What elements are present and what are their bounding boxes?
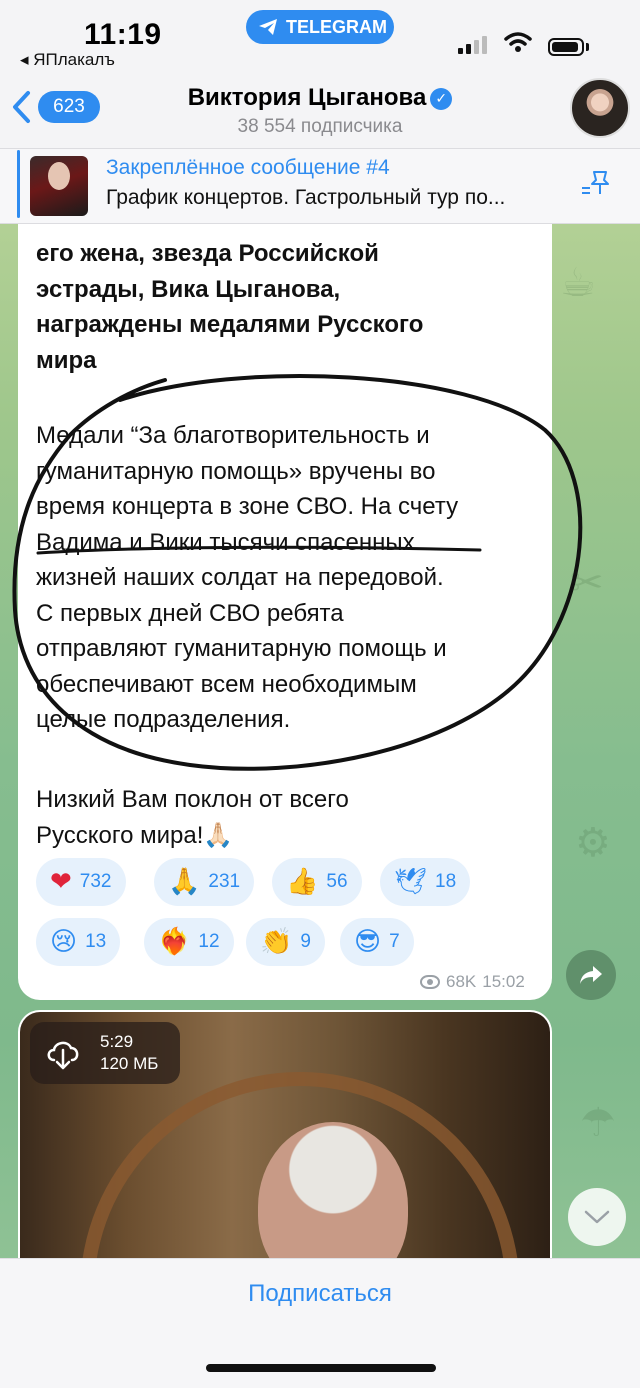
pinned-text: График концертов. Гастрольный тур по... <box>106 186 506 209</box>
sunglasses-face-icon: 😎 <box>354 927 382 957</box>
reaction-heart-on-fire[interactable]: ❤‍🔥 12 <box>144 918 234 966</box>
crying-face-icon: 😢 <box>50 927 78 957</box>
reaction-count: 9 <box>300 931 311 952</box>
channel-avatar[interactable] <box>570 78 630 138</box>
reaction-crying[interactable]: 😢 13 <box>36 918 121 966</box>
reaction-clap[interactable]: 👏 9 <box>246 918 325 966</box>
text-line: его жена, звезда Российской <box>36 240 379 267</box>
home-indicator[interactable] <box>206 1364 436 1372</box>
video-size: 120 МБ <box>100 1054 159 1073</box>
reaction-count: 732 <box>79 871 112 892</box>
reaction-count: 13 <box>85 931 107 952</box>
scroll-down-button[interactable] <box>568 1188 626 1246</box>
reaction-count: 231 <box>208 871 241 892</box>
reaction-count: 7 <box>389 931 400 952</box>
clap-icon: 👏 <box>260 927 293 957</box>
reaction-count: 12 <box>198 931 220 952</box>
reaction-cool[interactable]: 😎 7 <box>340 918 414 966</box>
wifi-icon <box>504 32 532 52</box>
view-count: 68K <box>446 972 477 991</box>
pinned-thumbnail <box>30 156 88 216</box>
share-arrow-icon <box>580 966 602 984</box>
cloud-download-icon[interactable] <box>44 1034 82 1072</box>
reaction-dove[interactable]: 🕊 18 <box>380 858 471 906</box>
reaction-count: 56 <box>326 871 348 892</box>
pinned-title: Закреплённое сообщение #4 <box>106 156 390 179</box>
status-time: 11:19 <box>84 18 162 51</box>
share-button[interactable] <box>566 950 616 1000</box>
dove-icon: 🕊 <box>394 867 428 897</box>
bg-doodle: ☕ <box>560 260 596 306</box>
battery-tip <box>586 43 589 51</box>
reaction-count: 18 <box>435 871 457 892</box>
signal-icon <box>458 36 487 54</box>
chevron-down-icon <box>584 1210 610 1224</box>
eye-icon <box>420 975 440 989</box>
message-meta: 68K 15:02 <box>420 972 525 992</box>
reaction-pray[interactable]: 🙏 231 <box>154 858 255 906</box>
telegram-icon <box>259 19 277 35</box>
video-duration: 5:29 <box>100 1032 134 1051</box>
text-line: Русского мира!🙏🏻 <box>36 821 234 849</box>
pin-list-icon[interactable] <box>580 168 616 198</box>
text-line: награждены медалями Русского <box>36 311 424 338</box>
bg-doodle: ⚙ <box>575 820 611 866</box>
battery-icon <box>548 38 584 56</box>
heart-on-fire-icon: ❤‍🔥 <box>158 927 191 957</box>
subscribe-button[interactable]: Подписаться <box>0 1280 640 1308</box>
bg-doodle: ☂ <box>580 1100 616 1146</box>
heart-icon: ❤ <box>50 867 72 897</box>
hand-drawn-circle <box>12 374 583 771</box>
channel-name: Виктория Цыганова <box>187 84 427 111</box>
reaction-thumbs-up[interactable]: 👍 56 <box>272 858 362 906</box>
message-time: 15:02 <box>482 972 525 991</box>
channel-title[interactable]: Виктория Цыганова ✓ <box>0 84 640 112</box>
thumbs-up-icon: 👍 <box>286 867 319 897</box>
text-line: эстрады, Вика Цыганова, <box>36 275 341 303</box>
message-bold-text: его жена, звезда Российской эстрады, Вик… <box>36 236 546 378</box>
reaction-heart[interactable]: ❤ 732 <box>36 858 126 906</box>
back-to-app-link[interactable]: ◂ ЯПлакалъ <box>20 50 115 70</box>
verified-icon: ✓ <box>430 87 453 110</box>
telegram-pill[interactable]: TELEGRAM <box>246 10 394 44</box>
subscriber-count: 38 554 подписчика <box>237 116 403 137</box>
pray-icon: 🙏 <box>168 867 201 897</box>
pinned-indicator <box>17 150 20 218</box>
telegram-pill-label: TELEGRAM <box>286 16 387 37</box>
